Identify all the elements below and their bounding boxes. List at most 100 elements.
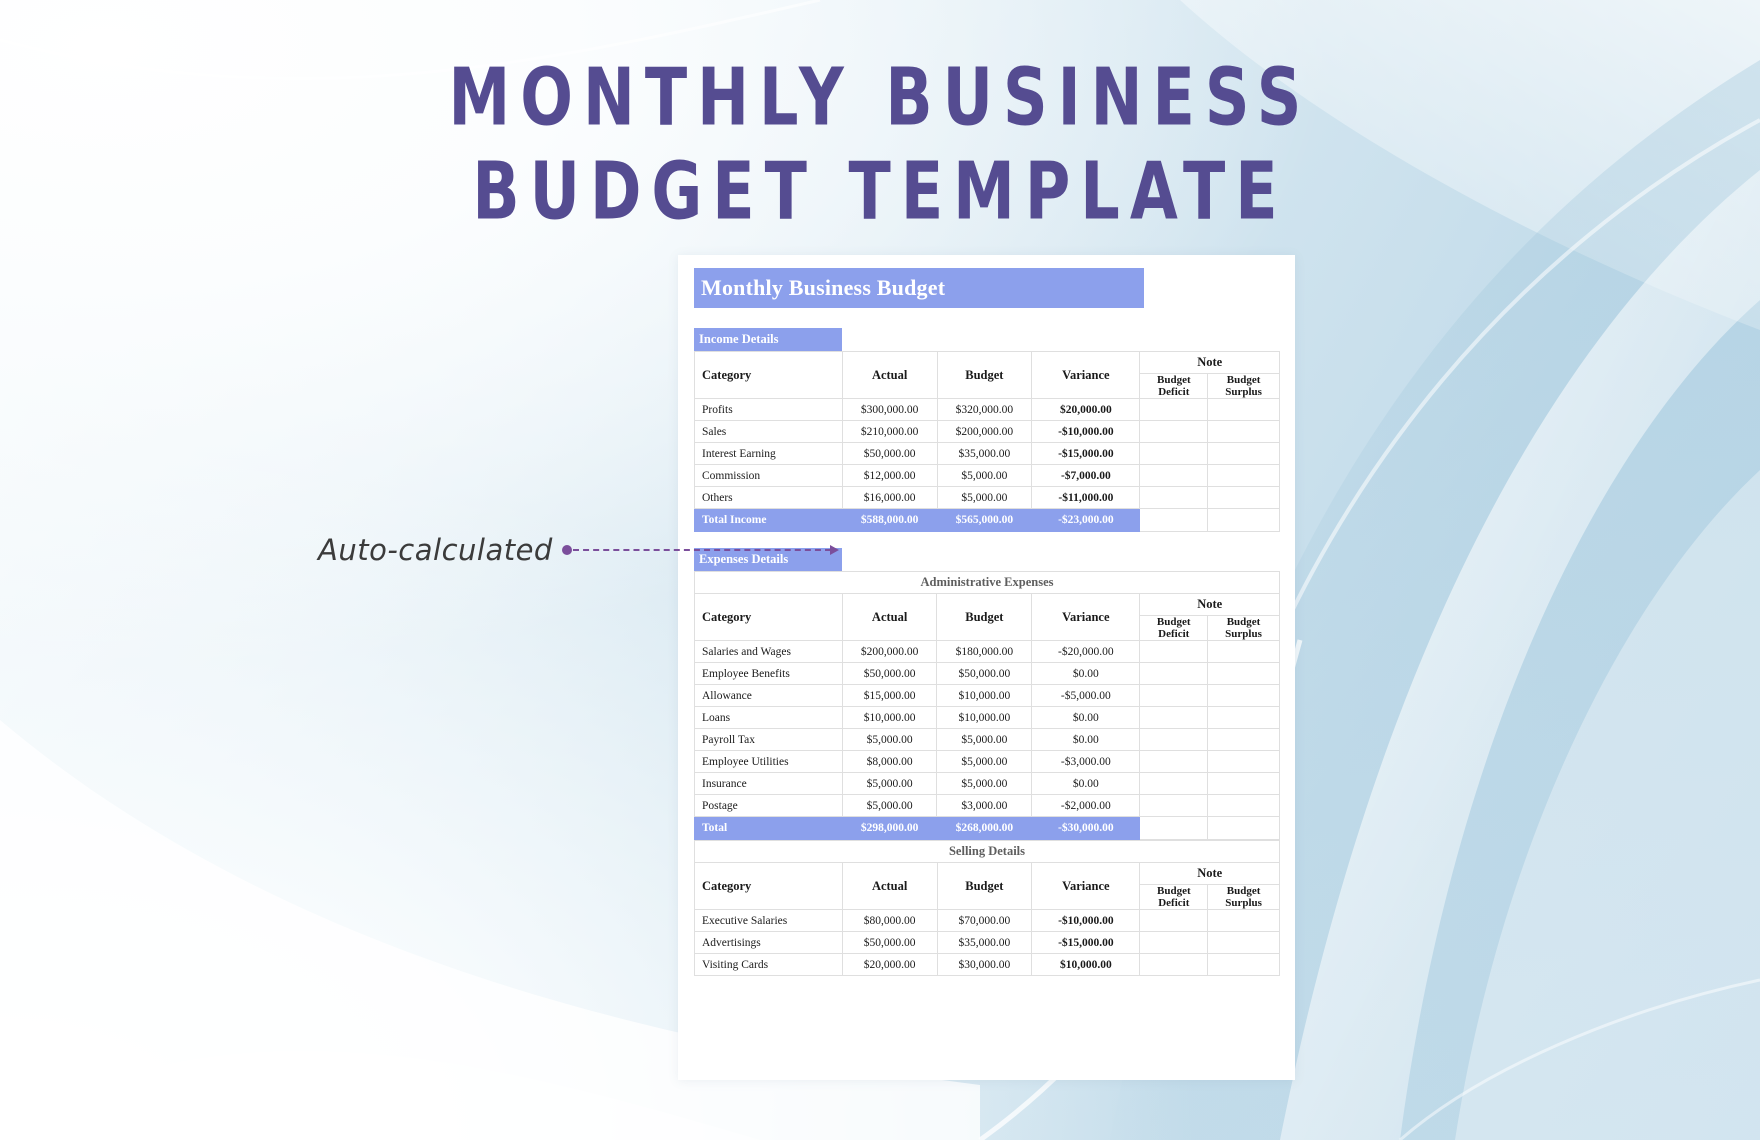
administrative-budget[interactable]: $50,000.00 <box>936 662 1033 685</box>
administrative-actual[interactable]: $5,000.00 <box>841 728 938 751</box>
income-total-surplus[interactable] <box>1207 508 1280 532</box>
income-budget[interactable]: $5,000.00 <box>936 486 1033 509</box>
administrative-budget-deficit[interactable] <box>1139 728 1209 751</box>
income-category: Others <box>694 486 843 509</box>
selling-budget[interactable]: $30,000.00 <box>936 953 1033 976</box>
income-budget[interactable]: $35,000.00 <box>936 442 1033 465</box>
selling-budget[interactable]: $35,000.00 <box>936 931 1033 954</box>
administrative-budget[interactable]: $5,000.00 <box>936 728 1033 751</box>
income-budget-deficit[interactable] <box>1139 464 1209 487</box>
administrative-actual[interactable]: $10,000.00 <box>841 706 938 729</box>
administrative-header-budget-deficit: Budget Deficit <box>1139 615 1209 641</box>
administrative-budget-surplus[interactable] <box>1207 772 1280 795</box>
income-budget[interactable]: $200,000.00 <box>936 420 1033 443</box>
administrative-budget-deficit[interactable] <box>1139 794 1209 817</box>
selling-actual[interactable]: $80,000.00 <box>841 909 938 932</box>
administrative-budget-surplus[interactable] <box>1207 684 1280 707</box>
income-variance: -$11,000.00 <box>1031 486 1141 509</box>
income-budget[interactable]: $5,000.00 <box>936 464 1033 487</box>
income-actual[interactable]: $50,000.00 <box>841 442 938 465</box>
administrative-header-category: Category <box>694 593 843 641</box>
administrative-actual[interactable]: $15,000.00 <box>841 684 938 707</box>
administrative-variance: -$20,000.00 <box>1031 640 1141 663</box>
table-row: Postage $5,000.00 $3,000.00 -$2,000.00 <box>694 794 1280 817</box>
administrative-actual[interactable]: $5,000.00 <box>841 772 938 795</box>
administrative-total-deficit[interactable] <box>1139 816 1209 840</box>
income-budget-surplus[interactable] <box>1207 398 1280 421</box>
administrative-budget-surplus[interactable] <box>1207 728 1280 751</box>
income-total-variance: -$23,000.00 <box>1031 508 1141 532</box>
administrative-actual[interactable]: $50,000.00 <box>841 662 938 685</box>
income-budget-surplus[interactable] <box>1207 420 1280 443</box>
selling-actual[interactable]: $50,000.00 <box>841 931 938 954</box>
administrative-budget[interactable]: $10,000.00 <box>936 684 1033 707</box>
administrative-section-banner-row: Administrative Expenses <box>694 571 1280 594</box>
administrative-budget-deficit[interactable] <box>1139 772 1209 795</box>
selling-budget[interactable]: $70,000.00 <box>936 909 1033 932</box>
administrative-budget-surplus[interactable] <box>1207 750 1280 773</box>
administrative-budget[interactable]: $180,000.00 <box>936 640 1033 663</box>
administrative-budget-deficit[interactable] <box>1139 662 1209 685</box>
administrative-budget[interactable]: $10,000.00 <box>936 706 1033 729</box>
selling-budget-surplus[interactable] <box>1207 931 1280 954</box>
administrative-header-budget: Budget <box>936 593 1033 641</box>
income-budget-surplus[interactable] <box>1207 486 1280 509</box>
selling-category: Advertisings <box>694 931 843 954</box>
income-total-row: Total Income $588,000.00 $565,000.00 -$2… <box>694 508 1280 532</box>
income-budget-surplus[interactable] <box>1207 464 1280 487</box>
administrative-budget[interactable]: $5,000.00 <box>936 772 1033 795</box>
administrative-category: Postage <box>694 794 843 817</box>
administrative-total-surplus[interactable] <box>1207 816 1280 840</box>
income-actual[interactable]: $12,000.00 <box>841 464 938 487</box>
administrative-expenses-table: Administrative Expenses Category Actual … <box>694 571 1280 840</box>
selling-category: Visiting Cards <box>694 953 843 976</box>
income-category: Commission <box>694 464 843 487</box>
table-row: Insurance $5,000.00 $5,000.00 $0.00 <box>694 772 1280 795</box>
selling-budget-deficit[interactable] <box>1139 931 1209 954</box>
income-budget-deficit[interactable] <box>1139 442 1209 465</box>
administrative-actual[interactable]: $200,000.00 <box>841 640 938 663</box>
administrative-header-note: Note <box>1139 593 1280 616</box>
table-row: Sales $210,000.00 $200,000.00 -$10,000.00 <box>694 420 1280 443</box>
administrative-budget-deficit[interactable] <box>1139 640 1209 663</box>
income-budget-surplus[interactable] <box>1207 442 1280 465</box>
income-total-deficit[interactable] <box>1139 508 1209 532</box>
table-row: Salaries and Wages $200,000.00 $180,000.00… <box>694 640 1280 663</box>
income-budget[interactable]: $320,000.00 <box>936 398 1033 421</box>
administrative-budget-surplus[interactable] <box>1207 640 1280 663</box>
income-budget-deficit[interactable] <box>1139 420 1209 443</box>
selling-header-budget-deficit: Budget Deficit <box>1139 884 1209 910</box>
administrative-budget-surplus[interactable] <box>1207 706 1280 729</box>
income-budget-deficit[interactable] <box>1139 486 1209 509</box>
administrative-actual[interactable]: $5,000.00 <box>841 794 938 817</box>
administrative-header-budget-deficit-line2: Deficit <box>1158 628 1190 640</box>
page-title: MONTHLY BUSINESS BUDGET TEMPLATE <box>0 53 1760 234</box>
administrative-budget-surplus[interactable] <box>1207 662 1280 685</box>
income-actual[interactable]: $300,000.00 <box>841 398 938 421</box>
administrative-category: Payroll Tax <box>694 728 843 751</box>
administrative-budget-deficit[interactable] <box>1139 750 1209 773</box>
table-row: Commission $12,000.00 $5,000.00 -$7,000.00 <box>694 464 1280 487</box>
administrative-variance: -$5,000.00 <box>1031 684 1141 707</box>
administrative-category: Salaries and Wages <box>694 640 843 663</box>
administrative-section-title: Administrative Expenses <box>694 571 1280 594</box>
table-row: Interest Earning $50,000.00 $35,000.00 -$15… <box>694 442 1280 465</box>
income-actual[interactable]: $210,000.00 <box>841 420 938 443</box>
administrative-budget-deficit[interactable] <box>1139 684 1209 707</box>
administrative-budget[interactable]: $3,000.00 <box>936 794 1033 817</box>
administrative-budget-surplus[interactable] <box>1207 794 1280 817</box>
budget-banner-title: Monthly Business Budget <box>694 268 1144 308</box>
income-actual[interactable]: $16,000.00 <box>841 486 938 509</box>
selling-budget-deficit[interactable] <box>1139 953 1209 976</box>
annotation-dot-icon <box>561 545 572 555</box>
administrative-budget[interactable]: $5,000.00 <box>936 750 1033 773</box>
income-budget-deficit[interactable] <box>1139 398 1209 421</box>
table-row: Employee Benefits $50,000.00 $50,000.00 $0.… <box>694 662 1280 685</box>
selling-budget-surplus[interactable] <box>1207 909 1280 932</box>
selling-budget-surplus[interactable] <box>1207 953 1280 976</box>
selling-budget-deficit[interactable] <box>1139 909 1209 932</box>
annotation-arrow-icon <box>829 545 839 555</box>
administrative-budget-deficit[interactable] <box>1139 706 1209 729</box>
selling-actual[interactable]: $20,000.00 <box>841 953 938 976</box>
administrative-actual[interactable]: $8,000.00 <box>841 750 938 773</box>
